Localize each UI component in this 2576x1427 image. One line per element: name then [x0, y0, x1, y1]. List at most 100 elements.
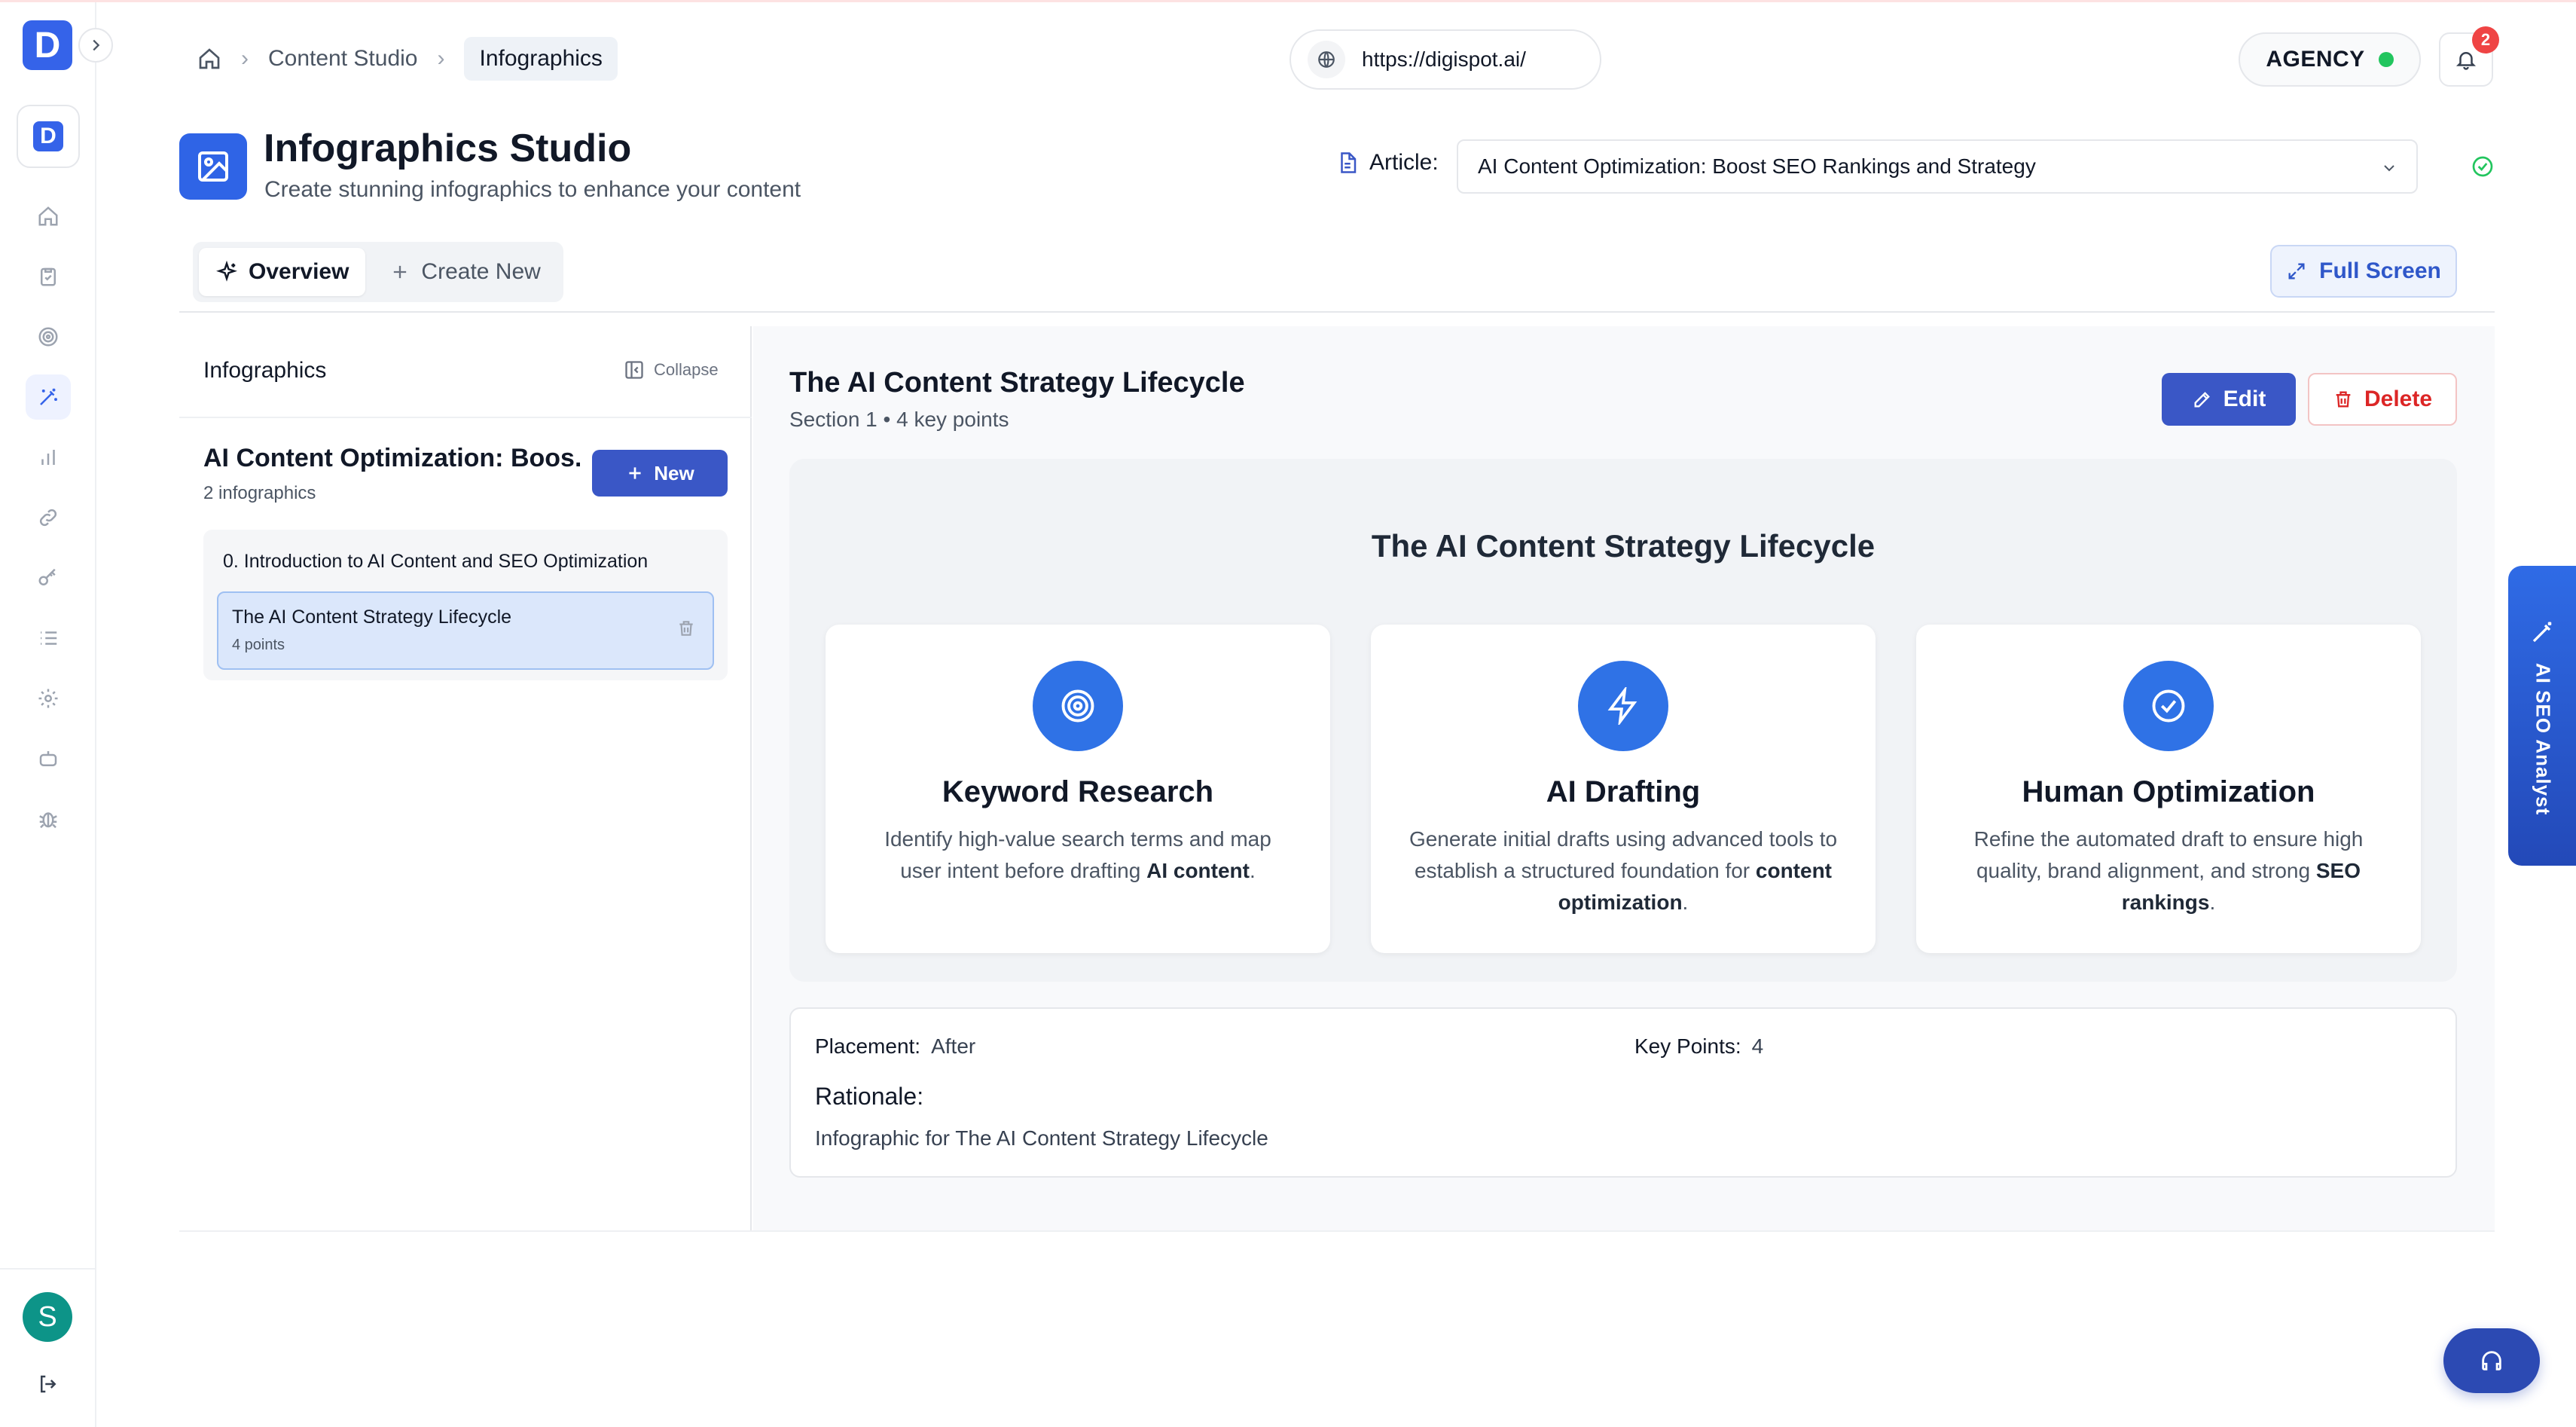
infographic-detail: The AI Content Strategy Lifecycle Sectio…	[753, 326, 2495, 1230]
site-url-text: https://digispot.ai/	[1362, 47, 1526, 71]
feature-desc-end: .	[1682, 891, 1689, 914]
feature-card: Human Optimization Refine the automated …	[1916, 625, 2421, 953]
collapse-label: Collapse	[654, 360, 719, 379]
feature-description: Identify high-value search terms and map…	[863, 824, 1293, 887]
target-icon[interactable]	[26, 314, 71, 359]
breadcrumb: › Content Studio › Infographics	[197, 35, 618, 82]
list-icon[interactable]	[26, 616, 71, 661]
rail-expand-button[interactable]	[78, 28, 113, 63]
target-icon	[1033, 661, 1123, 751]
article-label-text: Article:	[1369, 150, 1439, 175]
brand-logo[interactable]: D	[23, 20, 72, 70]
site-url-pill[interactable]: https://digispot.ai/	[1290, 29, 1601, 90]
sidebar-divider	[179, 417, 752, 418]
sidebar-title: Infographics	[203, 358, 327, 383]
article-group-count: 2 infographics	[203, 483, 316, 503]
feature-title: Keyword Research	[942, 775, 1214, 808]
infographic-item-title: The AI Content Strategy Lifecycle	[232, 607, 512, 628]
plus-icon	[629, 467, 641, 479]
page-subtitle: Create stunning infographics to enhance …	[264, 177, 801, 202]
header-divider	[179, 311, 2495, 313]
breadcrumb-current: Infographics	[464, 37, 618, 81]
bar-chart-icon[interactable]	[26, 435, 71, 480]
headset-icon	[2482, 1351, 2501, 1370]
ai-seo-analyst-tab[interactable]: AI SEO Analyst	[2508, 566, 2576, 866]
new-infographic-button[interactable]: New	[592, 450, 728, 497]
check-circle-icon	[2471, 154, 2495, 179]
breadcrumb-home-icon[interactable]	[197, 47, 221, 71]
article-select-value: AI Content Optimization: Boost SEO Ranki…	[1478, 154, 2036, 178]
bell-icon	[2455, 52, 2477, 70]
article-label: Article:	[1336, 150, 1439, 176]
edit-button[interactable]: Edit	[2162, 373, 2296, 426]
breadcrumb-separator: ›	[241, 46, 249, 71]
clipboard-check-icon[interactable]	[26, 254, 71, 299]
magic-wand-icon[interactable]	[26, 374, 71, 420]
section-title[interactable]: 0. Introduction to AI Content and SEO Op…	[223, 551, 648, 573]
infographic-preview-title: The AI Content Strategy Lifecycle	[1371, 528, 1876, 564]
avatar[interactable]: S	[23, 1292, 72, 1342]
lightning-icon	[1578, 661, 1668, 751]
feature-title: Human Optimization	[2022, 775, 2315, 808]
tab-overview[interactable]: Overview	[199, 248, 366, 296]
check-circle-icon	[2123, 661, 2214, 751]
plus-icon	[394, 265, 407, 279]
infographics-sidebar: Infographics Collapse AI Content Optimiz…	[179, 326, 752, 1230]
tab-create-new-label: Create New	[421, 259, 541, 284]
logout-icon[interactable]	[30, 1366, 66, 1402]
rationale-label: Rationale:	[815, 1083, 924, 1110]
key-points-value: 4	[1751, 1034, 1764, 1058]
breadcrumb-item-content-studio[interactable]: Content Studio	[268, 46, 417, 72]
gear-icon[interactable]	[26, 676, 71, 721]
article-group-title[interactable]: AI Content Optimization: Boos...	[203, 444, 580, 473]
link-icon[interactable]	[26, 495, 71, 540]
edit-label: Edit	[2223, 387, 2266, 411]
tab-create-new[interactable]: Create New	[373, 248, 557, 296]
support-chat-button[interactable]	[2443, 1328, 2540, 1393]
placement-value: After	[931, 1034, 976, 1058]
panel-collapse-icon	[625, 361, 643, 379]
infographic-list-item[interactable]: The AI Content Strategy Lifecycle 4 poin…	[217, 591, 714, 670]
app-switcher[interactable]: D	[17, 105, 80, 168]
feature-desc-keyword: AI content	[1146, 859, 1250, 882]
infographic-title: The AI Content Strategy Lifecycle	[789, 367, 1245, 399]
key-icon[interactable]	[26, 555, 71, 600]
trash-icon[interactable]	[676, 619, 696, 638]
chevron-down-icon	[2380, 159, 2398, 177]
collapse-button[interactable]: Collapse	[624, 359, 719, 380]
infographic-item-points: 4 points	[232, 637, 285, 653]
section-group: 0. Introduction to AI Content and SEO Op…	[203, 530, 728, 680]
home-icon[interactable]	[26, 194, 71, 239]
sparkles-icon	[216, 261, 237, 282]
infographic-preview: The AI Content Strategy Lifecycle Keywor…	[789, 459, 2457, 982]
infographic-details-card: Placement: After Key Points: 4 Rationale: …	[789, 1007, 2457, 1178]
notifications-button[interactable]: 2	[2439, 26, 2499, 87]
feature-desc-end: .	[1249, 859, 1256, 882]
tab-overview-label: Overview	[249, 259, 349, 284]
left-rail: D D S	[0, 2, 96, 1427]
breadcrumb-separator: ›	[437, 46, 445, 71]
feature-description: Refine the automated draft to ensure hig…	[1954, 824, 2383, 918]
image-icon	[179, 133, 247, 200]
article-select[interactable]: AI Content Optimization: Boost SEO Ranki…	[1457, 139, 2418, 194]
expand-icon	[2288, 263, 2305, 280]
notification-count-badge: 2	[2472, 26, 2499, 53]
key-points-label: Key Points:	[1634, 1034, 1741, 1058]
ai-seo-analyst-label: AI SEO Analyst	[2532, 662, 2555, 816]
robot-icon[interactable]	[26, 736, 71, 781]
chevron-right-icon	[93, 39, 100, 51]
plan-badge[interactable]: AGENCY	[2239, 32, 2421, 87]
feature-desc-text: Refine the automated draft to ensure hig…	[1973, 827, 2364, 882]
feature-desc-end: .	[2209, 891, 2216, 914]
full-screen-button[interactable]: Full Screen	[2270, 245, 2457, 298]
trash-icon	[2336, 391, 2351, 408]
status-dot	[2378, 52, 2394, 67]
delete-button[interactable]: Delete	[2308, 373, 2457, 426]
feature-title: AI Drafting	[1546, 775, 1701, 808]
key-points-field: Key Points: 4	[1634, 1034, 1763, 1059]
pencil-icon	[2194, 392, 2210, 408]
document-icon	[1341, 152, 1357, 173]
bug-icon[interactable]	[26, 796, 71, 842]
full-screen-label: Full Screen	[2319, 258, 2441, 283]
view-tabs: Overview Create New	[193, 242, 563, 302]
